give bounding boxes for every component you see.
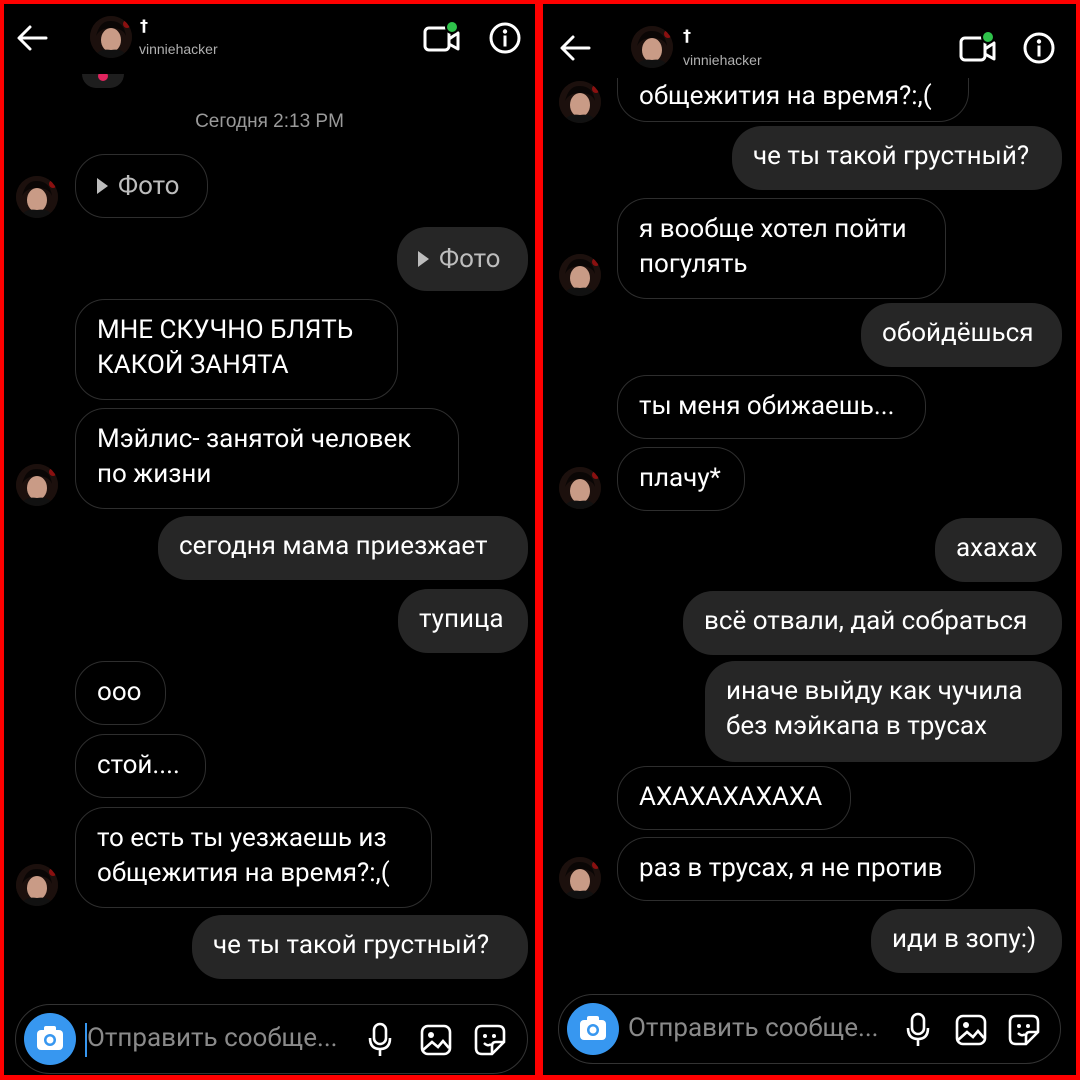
sender-avatar[interactable]: [16, 176, 58, 218]
message-thread[interactable]: Сегодня 2:13 PM Фото Фото МНЕ СКУЧНО БЛЯ…: [4, 4, 535, 1075]
incoming-message[interactable]: ты меня обижаешь...: [617, 375, 926, 439]
outgoing-message[interactable]: ахахах: [935, 518, 1062, 582]
header-cross: †: [683, 26, 691, 45]
sender-avatar[interactable]: [16, 864, 58, 906]
play-icon: [418, 251, 429, 267]
incoming-message[interactable]: АХАХАХАХАХА: [617, 766, 851, 830]
message-composer: Отправить сообще...: [15, 1004, 528, 1074]
microphone-icon[interactable]: [904, 1012, 932, 1048]
incoming-message[interactable]: раз в трусах, я не против: [617, 837, 975, 901]
sender-avatar[interactable]: [559, 467, 601, 509]
incoming-message[interactable]: стой....: [75, 734, 206, 798]
message-thread[interactable]: общежития на время?:,( че ты такой груст…: [543, 4, 1076, 1075]
video-call-icon[interactable]: [958, 30, 998, 66]
info-icon[interactable]: [488, 21, 522, 55]
incoming-message[interactable]: МНЕ СКУЧНО БЛЯТЬ КАКОЙ ЗАНЯТА: [75, 299, 398, 400]
sender-avatar[interactable]: [559, 857, 601, 899]
header-avatar[interactable]: [90, 16, 132, 58]
outgoing-message[interactable]: че ты такой грустный?: [732, 126, 1062, 190]
back-arrow-icon[interactable]: [555, 28, 595, 68]
gallery-icon[interactable]: [955, 1014, 987, 1046]
gallery-icon[interactable]: [420, 1024, 452, 1056]
camera-icon: [37, 1026, 63, 1050]
outgoing-message[interactable]: всё отвали, дай собраться: [683, 591, 1062, 655]
outgoing-message[interactable]: тупица: [398, 589, 528, 653]
header-username[interactable]: vinniehacker: [139, 41, 218, 57]
header-username[interactable]: vinniehacker: [683, 52, 762, 68]
right-chat-screenshot: общежития на время?:,( че ты такой груст…: [543, 4, 1076, 1075]
sticker-icon[interactable]: [1008, 1014, 1040, 1046]
back-arrow-icon[interactable]: [12, 18, 52, 58]
incoming-message[interactable]: я вообще хотел пойти погулять: [617, 198, 946, 299]
outgoing-message[interactable]: че ты такой грустный?: [192, 915, 528, 979]
timestamp: Сегодня 2:13 PM: [195, 111, 344, 132]
info-icon[interactable]: [1022, 31, 1056, 65]
camera-button[interactable]: [567, 1003, 619, 1055]
sender-avatar[interactable]: [559, 254, 601, 296]
incoming-message[interactable]: ооо: [75, 661, 166, 725]
photo-label: Фото: [439, 244, 501, 274]
video-call-icon[interactable]: [422, 20, 462, 56]
photo-label: Фото: [118, 171, 180, 201]
chat-header: † vinniehacker: [4, 4, 535, 74]
outgoing-message[interactable]: иди в зопу:): [871, 909, 1062, 973]
play-icon: [97, 178, 108, 194]
sticker-icon[interactable]: [474, 1024, 506, 1056]
incoming-message[interactable]: плачу*: [617, 447, 745, 511]
header-avatar[interactable]: [631, 26, 673, 68]
message-input[interactable]: Отправить сообще...: [628, 1013, 879, 1043]
sender-avatar[interactable]: [559, 81, 601, 123]
outgoing-photo-message[interactable]: Фото: [397, 227, 528, 291]
message-composer: Отправить сообще...: [558, 994, 1061, 1064]
header-cross: †: [140, 16, 148, 35]
chat-header: † vinniehacker: [543, 4, 1076, 78]
camera-button[interactable]: [24, 1013, 76, 1065]
left-chat-screenshot: Сегодня 2:13 PM Фото Фото МНЕ СКУЧНО БЛЯ…: [4, 4, 535, 1075]
message-input[interactable]: Отправить сообще...: [87, 1023, 338, 1053]
incoming-message[interactable]: Мэйлис- занятой человек по жизни: [75, 408, 459, 509]
outgoing-message[interactable]: иначе выйду как чучила без мэйкапа в тру…: [705, 661, 1062, 762]
incoming-photo-message[interactable]: Фото: [75, 154, 208, 218]
microphone-icon[interactable]: [366, 1022, 394, 1058]
incoming-message[interactable]: то есть ты уезжаешь из общежития на врем…: [75, 807, 432, 908]
sender-avatar[interactable]: [16, 464, 58, 506]
outgoing-message[interactable]: сегодня мама приезжает: [158, 516, 528, 580]
camera-icon: [580, 1016, 606, 1040]
outgoing-message[interactable]: обойдёшься: [861, 303, 1062, 367]
